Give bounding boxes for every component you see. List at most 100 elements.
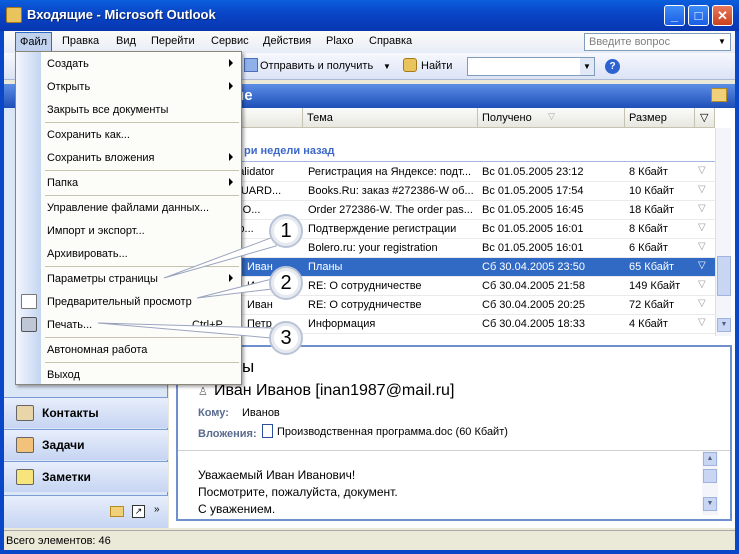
body-line: Уважаемый Иван Иванович!: [198, 468, 356, 482]
menu-item-label: Архивировать...: [47, 248, 128, 260]
column-subject[interactable]: Тема: [303, 108, 478, 128]
message-size: 8 Кбайт: [629, 223, 668, 235]
message-row[interactable]: ex Validator Регистрация на Яндексе: под…: [169, 163, 715, 182]
message-size: 149 Кбайт: [629, 280, 681, 292]
menu-item-save-as[interactable]: Сохранить как...: [16, 124, 241, 146]
nav-contacts-button[interactable]: Контакты: [4, 397, 168, 428]
reading-subject: ы: [242, 357, 255, 376]
help-icon[interactable]: ?: [605, 59, 620, 74]
menu-go[interactable]: Перейти: [151, 35, 195, 47]
message-row[interactable]: ERGUARD... Books.Ru: заказ #272386-W об.…: [169, 182, 715, 201]
message-row[interactable]: Иван RE: О сотрудничестве Сб 30.04.2005 …: [169, 277, 715, 296]
reading-scroll-up[interactable]: ▲: [703, 452, 717, 466]
attachments-label: Вложения:: [198, 428, 257, 440]
send-receive-dropdown-icon[interactable]: ▼: [383, 62, 391, 71]
find-button[interactable]: Найти: [421, 60, 452, 72]
printer-icon: [21, 317, 37, 332]
message-row[interactable]: Иван RE: О сотрудничестве Сб 30.04.2005 …: [169, 296, 715, 315]
message-received: Вс 01.05.2005 16:01: [482, 223, 584, 235]
ask-dropdown-icon[interactable]: ▼: [715, 35, 729, 49]
message-subject: Информация: [308, 318, 376, 330]
menu-separator: [45, 122, 239, 123]
shortcuts-icon[interactable]: ↗: [132, 505, 145, 518]
message-row[interactable]: ер ер... Подтверждение регистрации Вс 01…: [169, 220, 715, 239]
reading-scroll-thumb[interactable]: [703, 469, 717, 483]
reading-sender[interactable]: Иван Иванов [inan1987@mail.ru]: [214, 382, 454, 400]
message-row-selected[interactable]: Иван Планы Сб 30.04.2005 23:50 65 Кбайт …: [169, 258, 715, 277]
scroll-down-arrow[interactable]: ▼: [717, 318, 731, 332]
menu-item-shortcut: Ctrl+P: [192, 319, 223, 331]
menu-item-archive[interactable]: Архивировать...: [16, 243, 241, 265]
flag-icon[interactable]: ▽: [698, 241, 706, 252]
column-received[interactable]: Получено ▽: [478, 108, 625, 128]
menu-item-new[interactable]: Создать: [16, 53, 241, 75]
flag-icon[interactable]: ▽: [698, 260, 706, 271]
menu-help[interactable]: Справка: [369, 35, 412, 47]
nav-footer: ↗ »: [4, 495, 168, 528]
search-combo[interactable]: ▼: [467, 57, 595, 76]
body-line: Посмотрите, пожалуйста, документ.: [198, 485, 398, 499]
menu-item-close-all[interactable]: Закрыть все документы: [16, 99, 241, 121]
flag-icon[interactable]: ▽: [698, 279, 706, 290]
configure-buttons-icon[interactable]: »: [154, 504, 160, 515]
column-received-label: Получено: [482, 112, 532, 124]
menu-separator: [45, 337, 239, 338]
submenu-arrow-icon: [229, 274, 233, 282]
menu-item-work-offline[interactable]: Автономная работа: [16, 339, 241, 361]
nav-tasks-button[interactable]: Задачи: [4, 429, 168, 460]
maximize-button[interactable]: □: [688, 5, 709, 26]
menu-item-page-setup[interactable]: Параметры страницы: [16, 268, 241, 290]
message-size: 8 Кбайт: [629, 166, 668, 178]
group-header[interactable]: ри недели назад: [169, 142, 715, 162]
message-list-scrollbar[interactable]: ▼: [715, 128, 731, 336]
message-row[interactable]: Петр Информация Сб 30.04.2005 18:33 4 Кб…: [169, 315, 715, 334]
message-from: Иван: [247, 299, 273, 311]
column-flag[interactable]: ▽: [695, 108, 715, 128]
nav-tasks-label: Задачи: [42, 438, 85, 452]
ask-question-box[interactable]: Введите вопрос ▼: [584, 33, 731, 51]
menu-separator: [45, 170, 239, 171]
menu-edit[interactable]: Правка: [62, 35, 99, 47]
message-row[interactable]: s.Ru O... Order 272386-W. The order pas.…: [169, 201, 715, 220]
menu-item-exit[interactable]: Выход: [16, 364, 241, 386]
flag-icon[interactable]: ▽: [698, 317, 706, 328]
menu-item-label: Открыть: [47, 81, 91, 93]
message-received: Вс 01.05.2005 16:45: [482, 204, 584, 216]
menu-item-save-attachments[interactable]: Сохранить вложения: [16, 147, 241, 169]
reading-scroll-down[interactable]: ▼: [703, 497, 717, 511]
menu-item-folder[interactable]: Папка: [16, 172, 241, 194]
combo-dropdown-icon[interactable]: ▼: [580, 58, 594, 75]
nav-notes-button[interactable]: Заметки: [4, 461, 168, 492]
reading-scrollbar[interactable]: ▲ ▼: [702, 451, 718, 515]
to-label: Кому:: [198, 407, 229, 419]
menu-item-data-files[interactable]: Управление файлами данных...: [16, 197, 241, 219]
menu-item-print-preview[interactable]: Предварительный просмотр: [16, 291, 241, 313]
message-row[interactable]: ... Bolero.ru: your registration Вс 01.0…: [169, 239, 715, 258]
flag-icon[interactable]: ▽: [698, 298, 706, 309]
flag-icon[interactable]: ▽: [698, 203, 706, 214]
send-receive-button[interactable]: Отправить и получить: [260, 60, 373, 72]
menu-file[interactable]: Файл: [15, 32, 53, 53]
minimize-button[interactable]: _: [664, 5, 685, 26]
close-button[interactable]: ✕: [712, 5, 733, 26]
flag-icon[interactable]: ▽: [698, 184, 706, 195]
submenu-arrow-icon: [229, 82, 233, 90]
scroll-thumb[interactable]: [717, 256, 731, 296]
message-size: 65 Кбайт: [629, 261, 675, 273]
menu-tools[interactable]: Сервис: [211, 35, 249, 47]
flag-icon[interactable]: ▽: [698, 165, 706, 176]
flag-icon[interactable]: ▽: [698, 222, 706, 233]
menu-item-import-export[interactable]: Импорт и экспорт...: [16, 220, 241, 242]
message-subject: Bolero.ru: your registration: [308, 242, 438, 254]
menu-item-print[interactable]: Печать... Ctrl+P: [16, 314, 241, 336]
column-size[interactable]: Размер: [625, 108, 695, 128]
menu-item-open[interactable]: Открыть: [16, 76, 241, 98]
folder-list-icon[interactable]: [110, 506, 124, 517]
window-title: Входящие - Microsoft Outlook: [27, 7, 216, 22]
callout-1: 1: [269, 214, 303, 248]
menu-view[interactable]: Вид: [116, 35, 136, 47]
menu-actions[interactable]: Действия: [263, 35, 311, 47]
message-received: Вс 01.05.2005 17:54: [482, 185, 584, 197]
attachment-link[interactable]: Производственная программа.doc (60 Кбайт…: [277, 426, 508, 438]
menu-plaxo[interactable]: Plaxo: [326, 35, 354, 47]
